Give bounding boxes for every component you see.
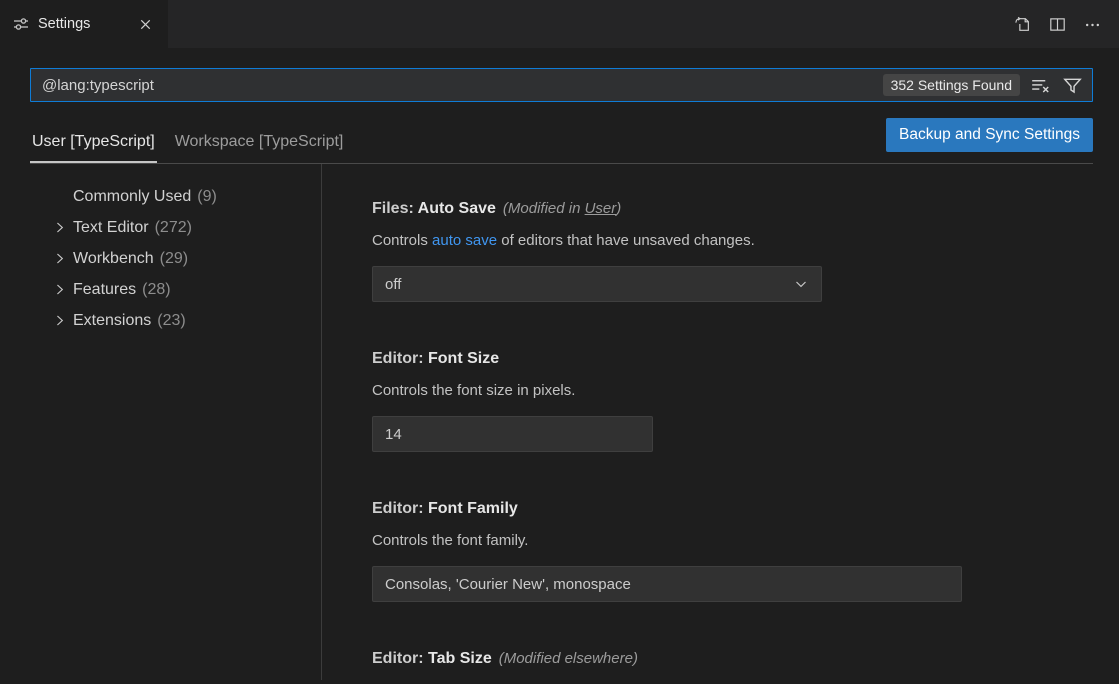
settings-content: Commonly Used (9) Text Editor (272) Work…	[0, 164, 1119, 680]
setting-category: Files:	[372, 200, 418, 217]
close-icon[interactable]	[136, 15, 155, 34]
toc-item-extensions[interactable]: Extensions (23)	[0, 305, 321, 336]
toc-item-count: (29)	[160, 250, 188, 268]
editor-tab-bar: Settings	[0, 0, 1119, 48]
setting-description: Controls the font size in pixels.	[372, 381, 1119, 401]
auto-save-doc-link[interactable]: auto save	[432, 232, 497, 249]
open-settings-json-icon[interactable]	[1012, 14, 1033, 35]
more-actions-icon[interactable]	[1082, 14, 1103, 35]
split-editor-icon[interactable]	[1047, 14, 1068, 35]
setting-label: Tab Size	[428, 650, 492, 667]
backup-and-sync-settings-button[interactable]: Backup and Sync Settings	[886, 118, 1093, 152]
tab-title: Settings	[38, 16, 90, 32]
tab-user-label: User [TypeScript]	[32, 133, 155, 151]
auto-save-select[interactable]: off	[372, 266, 822, 302]
modified-in-user-link[interactable]: User	[585, 200, 617, 217]
setting-editor-font-family: Editor: Font Family Controls the font fa…	[372, 498, 1119, 602]
setting-title: Editor: Font Family	[372, 498, 1119, 520]
toc-item-label: Text Editor	[73, 219, 149, 237]
setting-label: Font Family	[428, 500, 518, 517]
modified-indicator: (Modified elsewhere)	[499, 650, 638, 667]
setting-category: Editor:	[372, 650, 428, 667]
chevron-right-icon	[52, 282, 73, 297]
font-size-input[interactable]	[372, 416, 653, 452]
tab-user-typescript[interactable]: User [TypeScript]	[30, 102, 157, 163]
setting-label: Auto Save	[418, 200, 496, 217]
chevron-right-icon	[52, 313, 73, 328]
setting-label: Font Size	[428, 350, 499, 367]
toc-item-count: (9)	[197, 188, 217, 206]
settings-list: Files: Auto Save (Modified in User) Contr…	[322, 164, 1119, 680]
settings-search-box[interactable]: 352 Settings Found	[30, 68, 1093, 102]
tab-workspace-label: Workspace [TypeScript]	[175, 133, 344, 151]
toc-item-count: (28)	[142, 281, 170, 299]
tab-settings[interactable]: Settings	[0, 0, 168, 48]
toc-item-workbench[interactable]: Workbench (29)	[0, 243, 321, 274]
chevron-right-icon	[52, 220, 73, 235]
settings-header: 352 Settings Found	[0, 48, 1119, 102]
setting-description: Controls the font family.	[372, 531, 1119, 551]
setting-files-auto-save: Files: Auto Save (Modified in User) Contr…	[372, 198, 1119, 302]
setting-title: Editor: Font Size	[372, 348, 1119, 370]
font-family-input[interactable]	[372, 566, 962, 602]
filter-funnel-icon[interactable]	[1061, 74, 1084, 97]
toc-item-label: Commonly Used	[73, 188, 191, 206]
setting-title: Files: Auto Save (Modified in User)	[372, 198, 1119, 220]
editor-actions	[1012, 0, 1119, 48]
toc-item-features[interactable]: Features (28)	[0, 274, 321, 305]
scope-tabs-row: User [TypeScript] Workspace [TypeScript]…	[30, 102, 1093, 164]
toc-item-label: Extensions	[73, 312, 151, 330]
setting-category: Editor:	[372, 500, 428, 517]
toc-item-count: (23)	[157, 312, 185, 330]
toc-item-text-editor[interactable]: Text Editor (272)	[0, 212, 321, 243]
setting-description: Controls auto save of editors that have …	[372, 231, 1119, 251]
setting-editor-tab-size: Editor: Tab Size (Modified elsewhere)	[372, 648, 1119, 670]
results-count-badge: 352 Settings Found	[883, 74, 1020, 96]
chevron-down-icon	[793, 276, 809, 292]
setting-editor-font-size: Editor: Font Size Controls the font size…	[372, 348, 1119, 452]
settings-toc: Commonly Used (9) Text Editor (272) Work…	[0, 164, 322, 680]
modified-indicator: (Modified in User)	[503, 200, 621, 217]
tab-workspace-typescript[interactable]: Workspace [TypeScript]	[173, 102, 346, 163]
settings-sliders-icon	[13, 16, 29, 32]
auto-save-select-value: off	[385, 276, 401, 293]
toc-item-commonly-used[interactable]: Commonly Used (9)	[0, 181, 321, 212]
toc-item-label: Workbench	[73, 250, 154, 268]
clear-search-filters-icon[interactable]	[1029, 74, 1052, 97]
setting-title: Editor: Tab Size (Modified elsewhere)	[372, 648, 1119, 670]
toc-item-label: Features	[73, 281, 136, 299]
search-input[interactable]	[42, 77, 874, 94]
setting-category: Editor:	[372, 350, 428, 367]
toc-item-count: (272)	[155, 219, 192, 237]
chevron-right-icon	[52, 251, 73, 266]
